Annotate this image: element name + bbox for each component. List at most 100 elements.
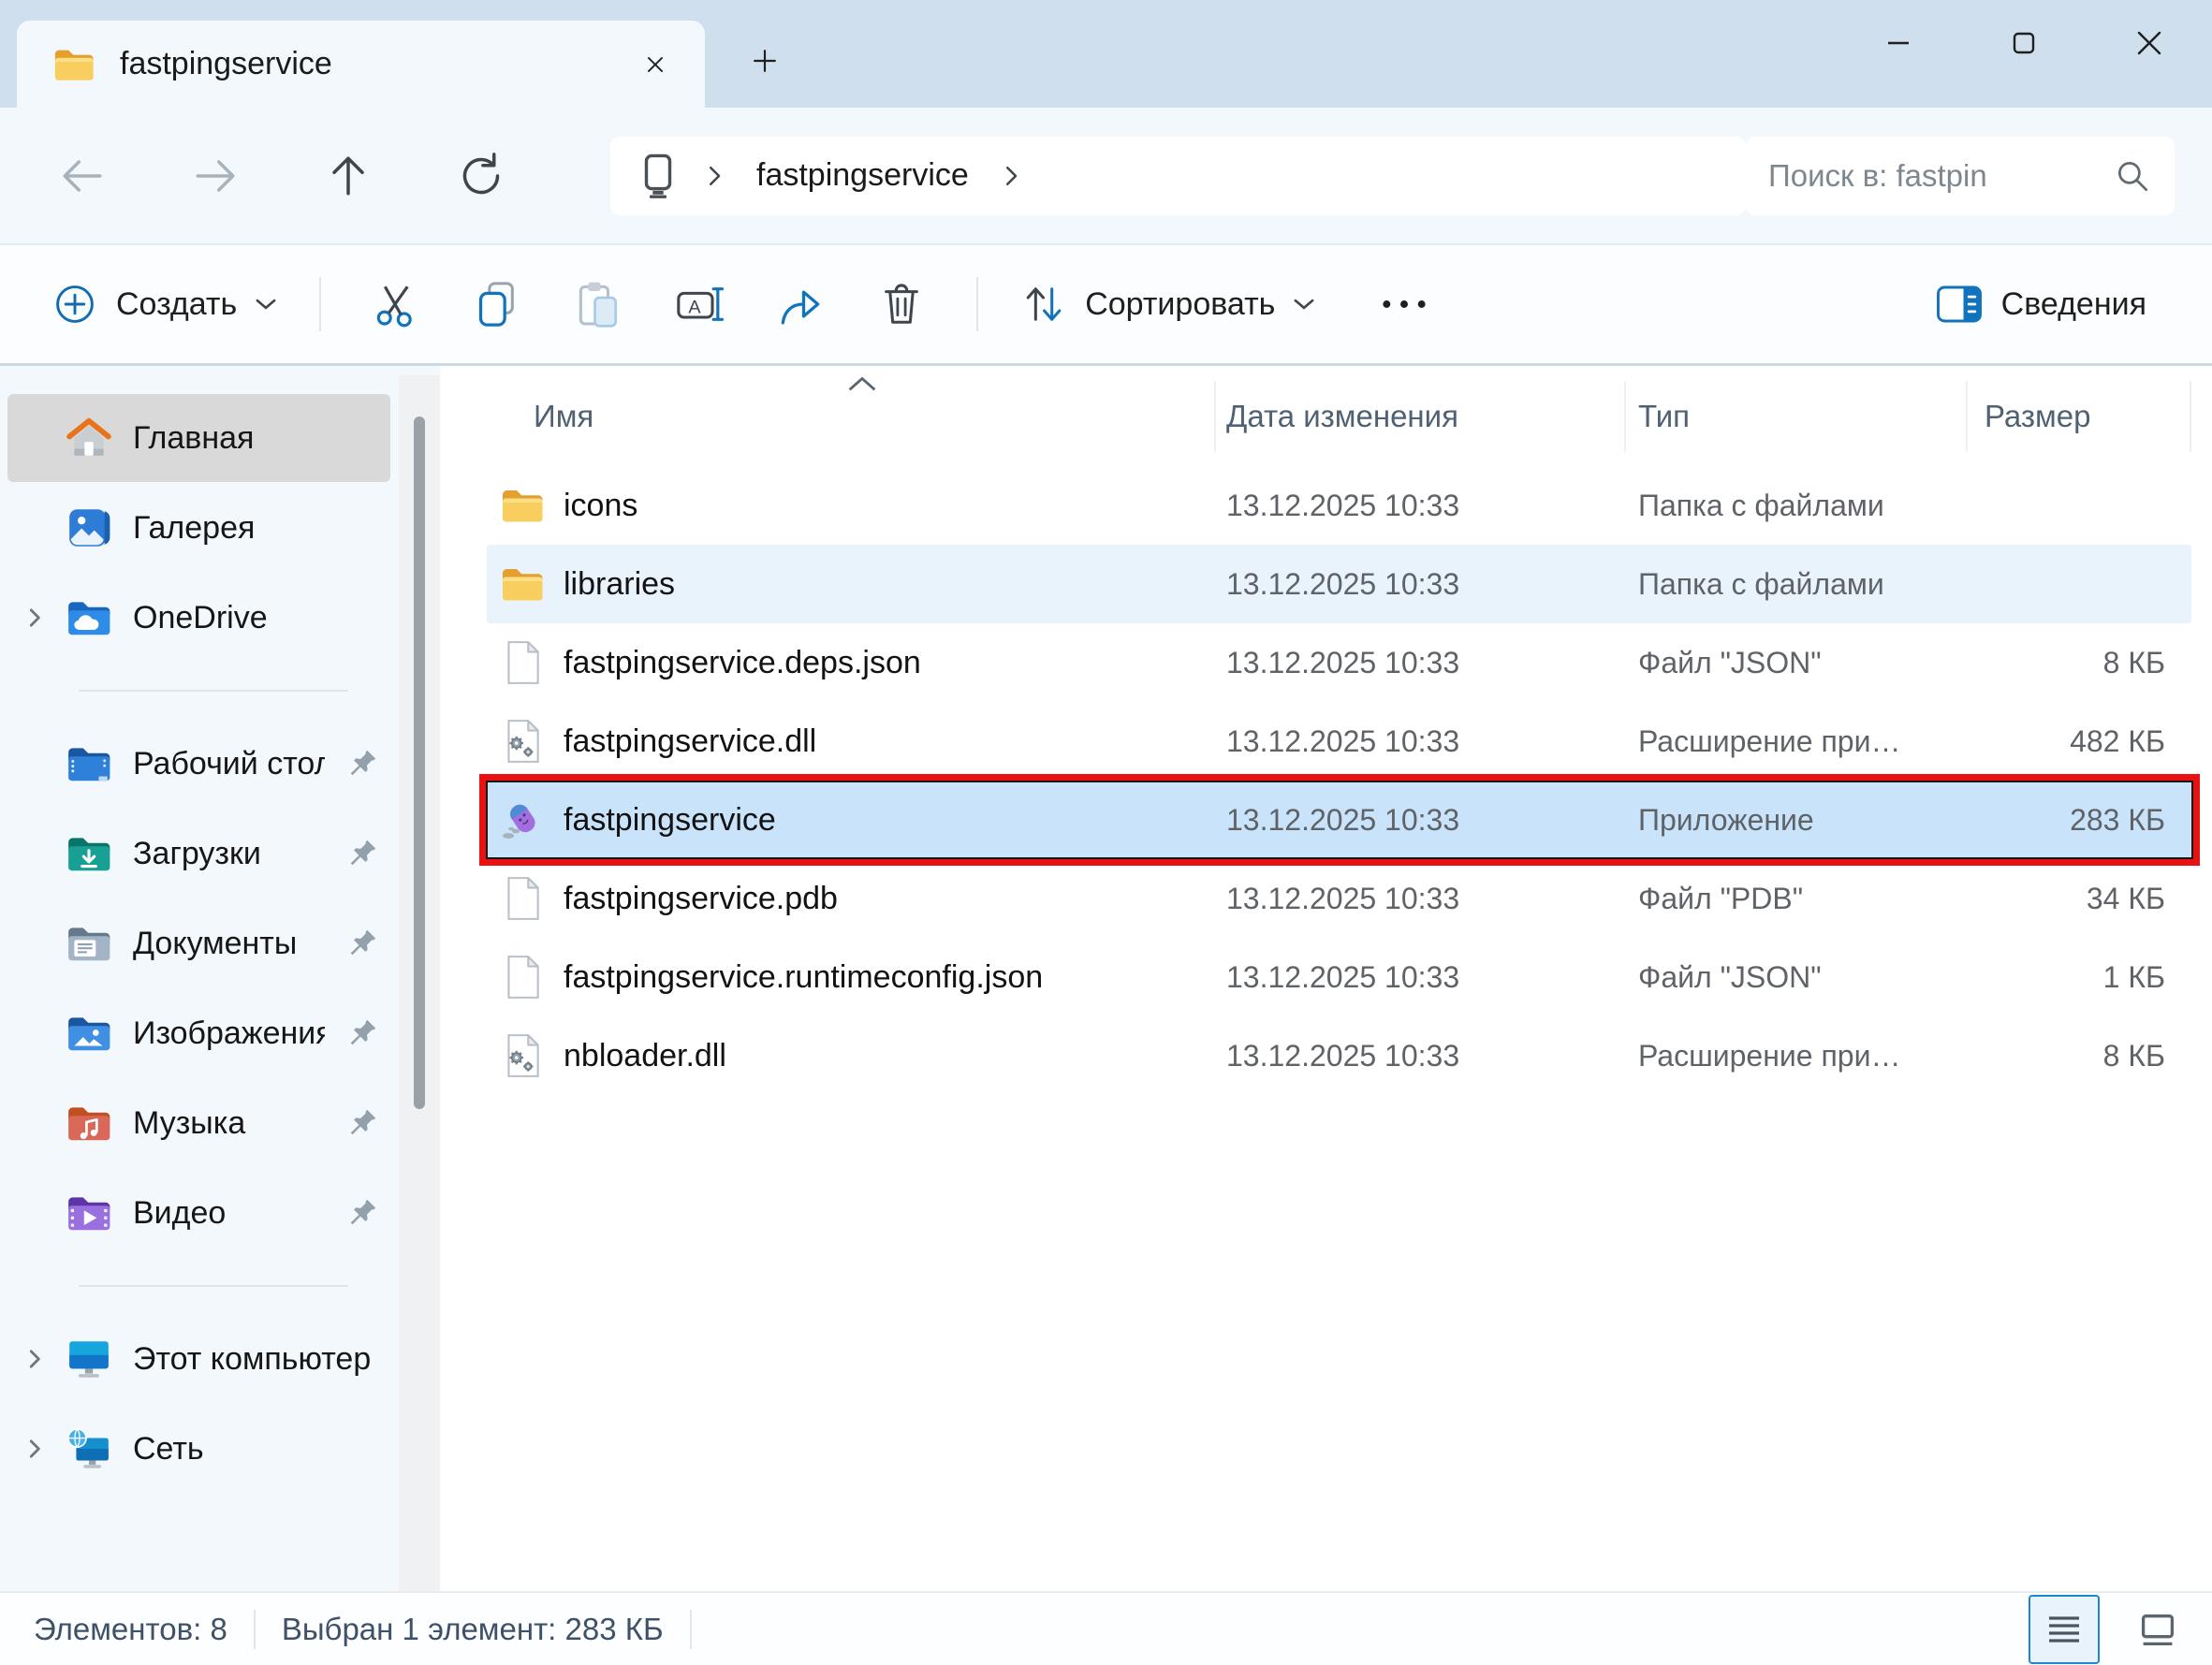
file-date: 13.12.2025 10:33 (1214, 489, 1624, 523)
file-row[interactable]: fastpingservice13.12.2025 10:33Приложени… (487, 781, 2191, 859)
rename-button[interactable]: A (666, 270, 733, 338)
sidebar-item-документы[interactable]: Документы (7, 899, 390, 987)
sidebar-item-этот-компьютер[interactable]: Этот компьютер (7, 1315, 390, 1403)
file-row[interactable]: fastpingservice.dll13.12.2025 10:33Расши… (487, 702, 2191, 781)
file-icon (500, 876, 545, 921)
sidebar-divider (79, 690, 348, 692)
more-options-button[interactable] (1370, 270, 1438, 338)
delete-button[interactable] (868, 270, 935, 338)
gallery-icon (66, 504, 112, 551)
file-icon (500, 955, 545, 1000)
pin-icon (345, 1196, 379, 1230)
tab-fastpingservice[interactable]: fastpingservice (17, 21, 705, 108)
sidebar-item-рабочий-стол[interactable]: Рабочий стол (7, 720, 390, 808)
sidebar-item-изображения[interactable]: Изображения (7, 989, 390, 1077)
file-list-pane: Имя Дата изменения Тип Размер icons13.12… (440, 366, 2212, 1591)
search-input[interactable] (1768, 158, 2113, 194)
file-row[interactable]: nbloader.dll13.12.2025 10:33Расширение п… (487, 1016, 2191, 1095)
sidebar-item-label: Изображения (133, 1015, 325, 1052)
this-pc-monitor-icon[interactable] (635, 153, 681, 199)
address-bar[interactable]: fastpingservice (610, 137, 1746, 215)
status-separator (254, 1610, 256, 1649)
tab-close-icon[interactable] (630, 39, 681, 90)
details-pane-button[interactable]: Сведения (1917, 271, 2163, 337)
file-date: 13.12.2025 10:33 (1214, 960, 1624, 995)
file-type: Файл "PDB" (1624, 882, 1966, 916)
search-icon (2113, 156, 2152, 196)
folder-videos-icon (66, 1190, 112, 1236)
column-header-type[interactable]: Тип (1624, 387, 1966, 446)
computer-icon (66, 1336, 112, 1382)
up-button[interactable] (303, 131, 393, 221)
file-type: Расширение при… (1624, 724, 1966, 759)
file-type: Папка с файлами (1624, 489, 1966, 523)
back-button[interactable] (37, 131, 127, 221)
paste-button[interactable] (564, 270, 632, 338)
cut-button[interactable] (362, 270, 430, 338)
copy-button[interactable] (463, 270, 531, 338)
selection-summary-text: Выбран 1 элемент: 283 КБ (282, 1612, 664, 1647)
sidebar-item-видео[interactable]: Видео (7, 1169, 390, 1257)
file-name-cell: fastpingservice.runtimeconfig.json (487, 955, 1214, 1000)
sidebar-item-onedrive[interactable]: OneDrive (7, 574, 390, 662)
chevron-right-icon[interactable] (7, 1315, 62, 1403)
sidebar-item-галерея[interactable]: Галерея (7, 484, 390, 572)
sidebar-item-сеть[interactable]: Сеть (7, 1405, 390, 1493)
details-pane-icon (1934, 283, 1985, 326)
expander-spacer (7, 810, 62, 898)
sidebar-scrollbar-thumb[interactable] (414, 416, 425, 1109)
forward-button[interactable] (170, 131, 260, 221)
close-button[interactable] (2087, 0, 2212, 86)
file-name-cell: fastpingservice.deps.json (487, 640, 1214, 685)
minimize-button[interactable] (1836, 0, 1961, 86)
breadcrumb-segment[interactable]: fastpingservice (747, 157, 978, 194)
new-button[interactable]: Создать (34, 269, 295, 340)
file-name-cell: fastpingservice.pdb (487, 876, 1214, 921)
new-tab-button[interactable] (738, 34, 792, 88)
file-name: fastpingservice.pdb (564, 881, 838, 917)
refresh-button[interactable] (436, 131, 526, 221)
column-header-date[interactable]: Дата изменения (1214, 387, 1624, 446)
file-row[interactable]: fastpingservice.pdb 13.12.2025 10:33Файл … (487, 859, 2191, 938)
file-type: Файл "JSON" (1624, 960, 1966, 995)
breadcrumb-chevron-icon[interactable] (997, 162, 1025, 190)
toolbar-separator (976, 277, 978, 331)
sidebar-item-загрузки[interactable]: Загрузки (7, 810, 390, 898)
app-icon (500, 797, 545, 842)
sidebar-item-музыка[interactable]: Музыка (7, 1079, 390, 1167)
file-row[interactable]: fastpingservice.runtimeconfig.json13.12.… (487, 938, 2191, 1016)
maximize-button[interactable] (1961, 0, 2087, 86)
large-icons-view-button[interactable] (2122, 1595, 2193, 1664)
file-date: 13.12.2025 10:33 (1214, 1039, 1624, 1073)
sort-arrows-icon (1019, 280, 1068, 329)
chevron-right-icon[interactable] (7, 574, 62, 662)
status-bar: Элементов: 8 Выбран 1 элемент: 283 КБ (0, 1591, 2212, 1665)
sidebar-item-label: Документы (133, 926, 325, 962)
column-header-size[interactable]: Размер (1966, 387, 2191, 446)
file-date: 13.12.2025 10:33 (1214, 882, 1624, 916)
sort-button-label: Сортировать (1085, 286, 1275, 323)
file-row[interactable]: icons13.12.2025 10:33Папка с файлами (487, 466, 2191, 545)
items-count-text: Элементов: 8 (34, 1612, 227, 1647)
file-row[interactable]: libraries13.12.2025 10:33Папка с файлами (487, 545, 2191, 623)
file-row[interactable]: fastpingservice.deps.json13.12.2025 10:3… (487, 623, 2191, 702)
column-header-name[interactable]: Имя (487, 387, 1214, 446)
file-type: Папка с файлами (1624, 567, 1966, 602)
sort-button[interactable]: Сортировать (1003, 269, 1333, 340)
file-date: 13.12.2025 10:33 (1214, 803, 1624, 838)
details-view-button[interactable] (2029, 1595, 2100, 1664)
file-icon (500, 640, 545, 685)
sidebar-scrollbar-track (399, 375, 440, 1591)
tab-title: fastpingservice (120, 46, 606, 82)
navigation-bar: fastpingservice (0, 108, 2212, 243)
folder-desktop-icon (66, 740, 112, 787)
share-button[interactable] (767, 270, 834, 338)
breadcrumb-chevron-icon[interactable] (700, 162, 728, 190)
folder-music-icon (66, 1100, 112, 1147)
sidebar-item-label: Рабочий стол (133, 746, 325, 782)
sidebar-item-главная[interactable]: Главная (7, 394, 390, 482)
file-name: fastpingservice (564, 802, 776, 839)
file-name: libraries (564, 566, 675, 603)
file-size: 8 КБ (1966, 646, 2191, 680)
chevron-right-icon[interactable] (7, 1405, 62, 1493)
